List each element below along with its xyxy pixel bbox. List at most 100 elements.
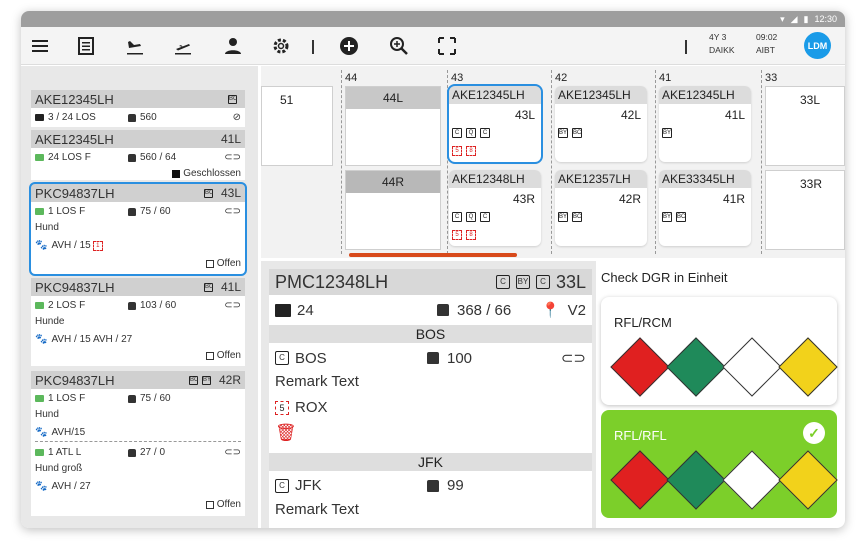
bc-icon: BC [188, 375, 199, 385]
toolbar-divider [685, 40, 687, 54]
slot-33r[interactable]: 33R [765, 170, 845, 250]
detail-panel: PMC12348LH C BY C 33L 24 368 / 66 📍 V2 B… [261, 261, 596, 528]
non-flammable-gas-icon [666, 450, 726, 510]
list-item[interactable]: PKC94837LH BC 41L 2 LOS F 103 / 60 ⊂⊃ Hunde … [31, 278, 245, 366]
time-info: 09:02 AIBT [756, 31, 777, 57]
list-icon[interactable] [75, 35, 97, 57]
uld-card-42r[interactable]: AKE12357LH 42R BY BC [555, 170, 647, 246]
paw-icon: 🐾 [35, 427, 48, 438]
link-icon[interactable]: ⊂⊃ [224, 152, 241, 163]
column-header: 41 [659, 72, 672, 84]
c-icon: C [495, 275, 510, 289]
detail-weight: 368 / 66 [457, 301, 512, 319]
paw-icon: 🐾 [35, 481, 48, 492]
scroll-indicator[interactable] [349, 253, 517, 257]
weight-icon [128, 207, 136, 216]
extra: AVH / 15 [51, 240, 91, 251]
section-weight: 99 [447, 477, 464, 494]
uld-position: 41L [220, 280, 241, 294]
check-icon: ✓ [803, 422, 825, 444]
user-icon[interactable] [222, 35, 244, 57]
uld-card-41l[interactable]: AKE12345LH 41L BY [659, 86, 751, 162]
suitcase-icon [35, 208, 44, 215]
uld-position: 43L [220, 186, 241, 200]
link-icon[interactable]: ⊂⊃ [224, 206, 241, 217]
uld-id: PKC94837LH [35, 185, 115, 201]
by-icon: BY [515, 275, 530, 289]
location-icon: 📍 [540, 302, 560, 319]
flammable-gas-icon [610, 450, 670, 510]
weight: 75 / 60 [140, 393, 171, 404]
bc-icon: BC [203, 282, 214, 292]
uld-card-43r[interactable]: AKE12348LH 43R CQC 58 [449, 170, 541, 246]
toxic-gas-icon [722, 450, 782, 510]
aircraft-reg: DAIKK [709, 45, 735, 55]
weight: 560 / 64 [140, 152, 177, 163]
menu-icon[interactable] [29, 35, 51, 57]
status-time: 12:30 [814, 14, 837, 24]
uld-position: 42R [218, 373, 241, 387]
remark: Remark Text [275, 501, 359, 518]
arrival-icon[interactable] [124, 35, 146, 57]
c-icon: C [535, 275, 550, 289]
unlink-icon[interactable]: ⊘ [233, 112, 241, 123]
zoom-in-icon[interactable] [388, 35, 410, 57]
pieces: 3 / 24 LOS [48, 112, 96, 123]
slot-44l[interactable]: 44L [345, 86, 441, 166]
suitcase-icon [35, 154, 44, 161]
dgr-title: Check DGR in Einheit [601, 270, 728, 285]
extra: AVH / 15 AVH / 27 [51, 334, 133, 345]
slot-33l[interactable]: 33L [765, 86, 845, 166]
status-bar: ▾ ◢ ▮ 12:30 [21, 11, 845, 27]
link-icon[interactable]: ⊂⊃ [561, 349, 586, 367]
weight: 560 [140, 112, 157, 123]
gear-icon[interactable] [270, 35, 292, 57]
list-item[interactable]: AKE12345LH BC 3 / 24 LOS 560 ⊘ [31, 90, 245, 127]
section-code: BOS [295, 349, 327, 367]
weight-icon [427, 352, 439, 364]
uld-card-41r[interactable]: AKE33345LH 41R BY BC [659, 170, 751, 246]
suitcase-icon [35, 114, 44, 121]
c-icon: C [275, 478, 289, 493]
status-text: Offen [216, 499, 241, 510]
tablet-frame: ▾ ◢ ▮ 12:30 4Y 3 DAIKK 09:02 AIBT LDM AK… [21, 11, 845, 528]
weight-icon [128, 113, 136, 122]
departure-icon[interactable] [172, 35, 194, 57]
c-icon: C [275, 351, 289, 365]
ldm-avatar[interactable]: LDM [804, 32, 831, 59]
pieces: 24 LOS F [48, 152, 91, 163]
slot-51[interactable]: 51 [261, 86, 333, 166]
status-text: Geschlossen [183, 168, 241, 179]
detail-position: 33L [555, 271, 586, 292]
time-value: 09:02 [756, 32, 778, 42]
slot-44r[interactable]: 44R [345, 170, 441, 250]
link-icon[interactable]: ⊂⊃ [224, 447, 241, 458]
open-checkbox[interactable] [205, 259, 214, 268]
list-item[interactable]: PKC94837LH BC BY 42R 1 LOS F 75 / 60 Hund 🐾 A… [31, 371, 245, 516]
trash-icon[interactable]: 🗑 [275, 423, 586, 443]
link-icon[interactable]: ⊂⊃ [224, 300, 241, 311]
uld-card-43l[interactable]: AKE12345LH 43L CQC 58 [447, 84, 543, 164]
description: Hund groß [35, 463, 83, 474]
station-band: BOS [269, 325, 592, 343]
flight-number: 4Y 3 [709, 32, 727, 42]
weight-icon [437, 304, 449, 316]
pieces: 1 LOS F [48, 206, 86, 217]
column-header: 42 [555, 72, 568, 84]
list-item[interactable]: AKE12345LH 41L 24 LOS F 560 / 64 ⊂⊃ Geschlo… [31, 130, 245, 180]
list-item-selected[interactable]: PKC94837LH BC 43L 1 LOS F 75 / 60 ⊂⊃ Hund 🐾 A… [29, 182, 247, 276]
uld-id: AKE12345LH [35, 91, 114, 107]
weight: 27 / 0 [140, 447, 166, 458]
add-icon[interactable] [338, 35, 360, 57]
flammable-liquid-icon [778, 337, 838, 397]
fullscreen-icon[interactable] [436, 35, 458, 57]
open-checkbox[interactable] [205, 500, 214, 509]
dgr-card-rfl-rcm[interactable]: RFL/RCM [601, 297, 838, 405]
uld-card-42l[interactable]: AKE12345LH 42L BY BC [555, 86, 647, 162]
flammable-liquid-icon [778, 450, 838, 510]
dgr-card-label: RFL/RFL [614, 428, 667, 443]
dgr-card-rfl-rfl[interactable]: RFL/RFL ✓ [601, 410, 838, 518]
open-checkbox[interactable] [205, 351, 214, 360]
detail-location: V2 [567, 301, 586, 319]
paw-icon: 🐾 [35, 334, 48, 345]
